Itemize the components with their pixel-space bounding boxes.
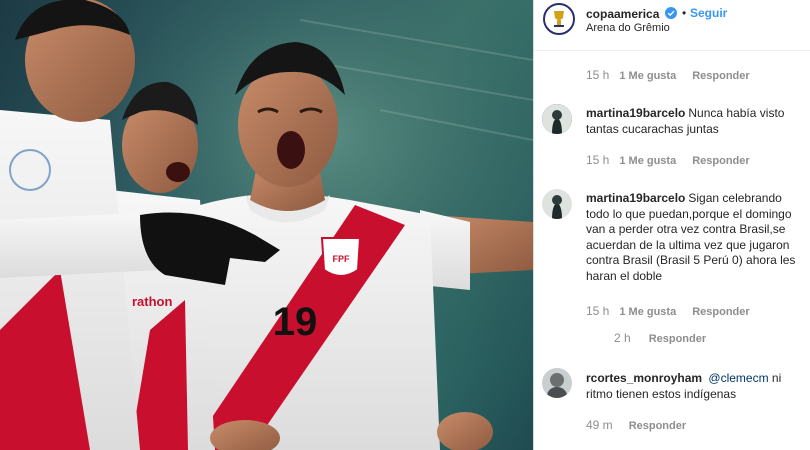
- comment-likes[interactable]: 1 Me gusta: [619, 155, 676, 167]
- comment-meta: 49 m Responder: [586, 418, 686, 432]
- comment-time[interactable]: 2 h: [614, 333, 631, 344]
- user-photo-icon: [542, 189, 572, 219]
- reply-button[interactable]: Responder: [629, 420, 686, 432]
- reply-button[interactable]: Responder: [692, 155, 749, 167]
- commenter-avatar[interactable]: [542, 104, 572, 134]
- commenter-avatar[interactable]: [542, 368, 572, 398]
- separator-dot: •: [682, 6, 687, 20]
- sponsor-text: rathon: [132, 294, 173, 309]
- jersey-number: 19: [273, 300, 318, 344]
- follow-button[interactable]: Seguir: [690, 6, 727, 20]
- comment-mention[interactable]: @clemecm: [708, 371, 768, 385]
- comment-likes[interactable]: 1 Me gusta: [619, 70, 676, 82]
- instagram-post: FPF 19 rathon copaamerica • Seguir Arena…: [0, 0, 810, 450]
- post-photo[interactable]: FPF 19 rathon: [0, 0, 533, 450]
- comment-time[interactable]: 15 h: [586, 304, 609, 318]
- comment-meta: 15 h 1 Me gusta Responder: [586, 68, 750, 82]
- crest-text: FPF: [333, 254, 351, 264]
- comment-time[interactable]: 15 h: [586, 68, 609, 82]
- reply-button[interactable]: Responder: [692, 70, 749, 82]
- commenter-avatar[interactable]: [542, 189, 572, 219]
- comment-likes[interactable]: 1 Me gusta: [619, 306, 676, 318]
- user-photo-icon: [542, 368, 572, 398]
- verified-badge-icon: [665, 7, 677, 19]
- post-location[interactable]: Arena do Grêmio: [586, 22, 670, 34]
- copaamerica-avatar[interactable]: [543, 3, 575, 35]
- comment-username[interactable]: martina19barcelo: [586, 191, 685, 205]
- comment-username[interactable]: martina19barcelo: [586, 106, 685, 120]
- post-header: copaamerica • Seguir Arena do Grêmio: [534, 0, 810, 51]
- user-photo-icon: [542, 104, 572, 134]
- reply-button[interactable]: Responder: [649, 333, 706, 345]
- copa-logo-icon: [546, 6, 572, 32]
- comment-time[interactable]: 15 h: [586, 153, 609, 167]
- comment-time[interactable]: 49 m: [586, 418, 613, 432]
- comments-panel: copaamerica • Seguir Arena do Grêmio 15 …: [533, 0, 810, 450]
- comment-body: martina19barcelo Nunca había visto tantas…: [586, 106, 808, 137]
- comment-body: rcortes_monroyham @clemecm ni ritmo tien…: [586, 371, 808, 402]
- post-username[interactable]: copaamerica: [586, 7, 659, 21]
- comment-username[interactable]: rcortes_monroyham: [586, 371, 702, 385]
- players-illustration: FPF 19 rathon: [0, 0, 533, 450]
- comment-meta: 15 h 1 Me gusta Responder: [586, 304, 750, 318]
- comment-meta-partial: 2 h Responder: [586, 333, 706, 344]
- comment-meta: 15 h 1 Me gusta Responder: [586, 153, 750, 167]
- comment-body: martina19barcelo Sigan celebrando todo lo…: [586, 191, 808, 284]
- reply-button[interactable]: Responder: [692, 306, 749, 318]
